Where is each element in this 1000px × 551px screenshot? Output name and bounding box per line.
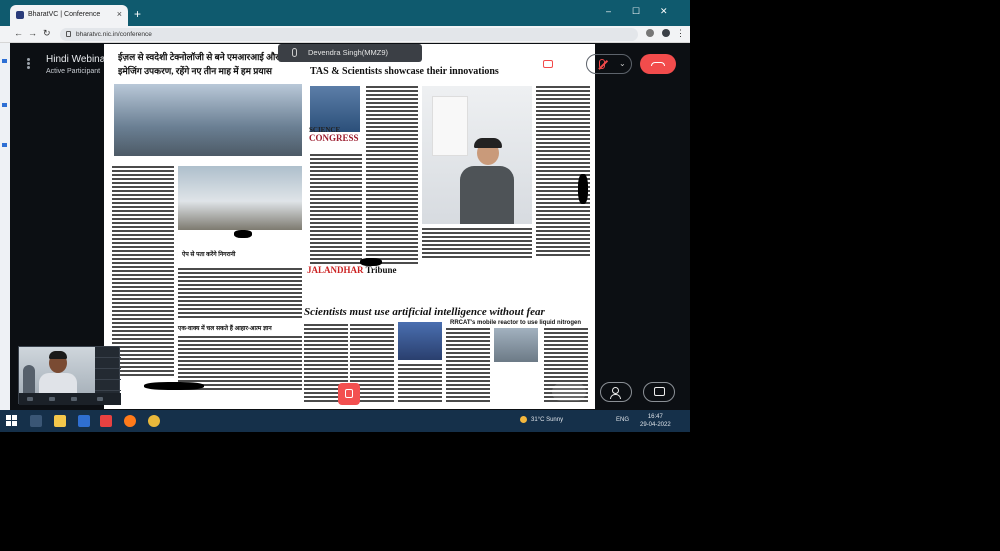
mobile-lab-photo bbox=[178, 166, 302, 230]
chat-button[interactable] bbox=[643, 382, 675, 402]
text-column bbox=[112, 166, 174, 376]
file-explorer-icon[interactable] bbox=[54, 415, 66, 427]
active-speaker-name: Devendra Singh(MMZ9) bbox=[308, 48, 389, 57]
favicon-icon bbox=[16, 11, 24, 19]
hindi-headline-2: इमेजिंग उपकरण, रहेंगे नए तीन माह में हम … bbox=[118, 66, 273, 76]
capture-artifact bbox=[578, 174, 588, 204]
browser-toolbar: ← → ↻ bharatvc.nic.in/conference ⋮ bbox=[0, 26, 690, 43]
weather-icon bbox=[520, 416, 527, 423]
hindi-column-head: एक-वाक्य में चल सकते हैं आहार-आत्म ज्ञान bbox=[178, 326, 272, 332]
clock[interactable]: 16:47 29-04-2022 bbox=[640, 413, 671, 429]
browser-tabstrip: BharatVC | Conference × + – ☐ ✕ bbox=[0, 0, 690, 26]
browser-tab-active[interactable]: BharatVC | Conference × bbox=[10, 5, 128, 26]
url-text: bharatvc.nic.in/conference bbox=[76, 31, 152, 38]
self-tile-menu[interactable] bbox=[95, 347, 121, 393]
maximize-button[interactable]: ☐ bbox=[632, 6, 640, 17]
mic-icon bbox=[292, 48, 297, 57]
profile-avatar-icon[interactable] bbox=[662, 29, 670, 37]
shared-screen: ईज़ल से स्वदेशी टेक्नोलॉजी से बने एमआरआई… bbox=[104, 44, 595, 409]
close-window-button[interactable]: ✕ bbox=[660, 6, 668, 17]
minimize-button[interactable]: – bbox=[606, 6, 611, 16]
active-speaker-tag: Devendra Singh(MMZ9) bbox=[278, 44, 422, 62]
app-icon[interactable] bbox=[100, 415, 112, 427]
text-column bbox=[446, 328, 490, 404]
address-bar[interactable]: bharatvc.nic.in/conference bbox=[60, 28, 638, 41]
control-button-faded[interactable] bbox=[552, 383, 586, 401]
left-window-strip bbox=[0, 43, 10, 410]
strip-mark bbox=[2, 103, 7, 107]
new-tab-button[interactable]: + bbox=[134, 7, 141, 21]
newspaper-masthead: JALANDHAR Tribune bbox=[307, 265, 397, 275]
clock-date: 29-04-2022 bbox=[640, 422, 671, 428]
group-photo bbox=[114, 84, 302, 156]
science-congress-logo: SCIENCE CONGRESS bbox=[309, 126, 359, 143]
back-icon[interactable]: ← bbox=[14, 28, 23, 38]
hindi-headline-1: ईज़ल से स्वदेशी टेक्नोलॉजी से बने एमआरआई… bbox=[118, 52, 279, 62]
mic-toggle-button[interactable]: ⌄ bbox=[586, 54, 632, 74]
event-photo bbox=[398, 322, 442, 360]
forward-icon[interactable]: → bbox=[28, 28, 37, 38]
participants-button[interactable] bbox=[600, 382, 632, 402]
main-headline: Scientists must use artificial intellige… bbox=[304, 306, 545, 318]
chevron-down-icon[interactable]: ⌄ bbox=[619, 59, 626, 68]
tab-title: BharatVC | Conference bbox=[28, 11, 101, 18]
screen-share-icon bbox=[345, 389, 353, 398]
screen-share-button[interactable] bbox=[338, 383, 360, 405]
self-video-tile[interactable] bbox=[18, 346, 121, 405]
firefox-icon[interactable] bbox=[124, 415, 136, 427]
browser-menu-icon[interactable]: ⋮ bbox=[676, 28, 685, 39]
camera-off-icon bbox=[543, 60, 553, 68]
text-column bbox=[366, 86, 418, 264]
chat-icon bbox=[654, 387, 665, 396]
weather-widget[interactable]: 31°C Sunny bbox=[520, 416, 563, 423]
control-button-faded[interactable] bbox=[510, 383, 544, 401]
outlook-icon[interactable] bbox=[78, 415, 90, 427]
text-column bbox=[310, 154, 362, 264]
capture-artifact bbox=[360, 258, 382, 266]
camera-toggle-button[interactable] bbox=[530, 54, 574, 74]
language-indicator[interactable]: ENG bbox=[616, 417, 629, 423]
task-view-icon[interactable] bbox=[30, 415, 42, 427]
self-video bbox=[19, 347, 95, 393]
capture-artifact bbox=[144, 382, 204, 390]
capture-artifact bbox=[234, 230, 252, 238]
text-column bbox=[536, 86, 590, 258]
windows-taskbar: 31°C Sunny ENG 16:47 29-04-2022 bbox=[0, 410, 690, 432]
reload-icon[interactable]: ↻ bbox=[43, 28, 51, 39]
end-call-button[interactable] bbox=[640, 54, 676, 74]
text-column bbox=[398, 364, 442, 404]
menu-icon[interactable] bbox=[27, 58, 30, 70]
lock-icon bbox=[66, 31, 71, 37]
hindi-subhead: ऐप से पता करेंगे निगरानी bbox=[182, 252, 236, 258]
sub-headline: RRCAT's mobile reactor to use liquid nit… bbox=[450, 320, 581, 326]
clock-time: 16:47 bbox=[647, 414, 663, 420]
chrome-icon[interactable] bbox=[148, 415, 160, 427]
end-call-icon bbox=[651, 62, 665, 66]
tab-close-icon[interactable]: × bbox=[117, 9, 122, 19]
scientist-photo bbox=[422, 86, 532, 224]
meeting-title: Hindi Webinar bbox=[46, 54, 109, 65]
text-column bbox=[178, 268, 302, 318]
windows-start-icon[interactable] bbox=[6, 415, 18, 427]
participants-icon bbox=[612, 387, 619, 394]
strip-mark bbox=[2, 59, 7, 63]
extensions-icon[interactable] bbox=[646, 29, 654, 37]
self-tile-toolbar bbox=[19, 393, 121, 405]
desktop-screen: BharatVC | Conference × + – ☐ ✕ ← → ↻ bh… bbox=[0, 0, 690, 432]
text-column bbox=[422, 228, 532, 258]
reactor-photo bbox=[494, 328, 538, 362]
strip-mark bbox=[2, 143, 7, 147]
participant-role: Active Participant bbox=[46, 68, 101, 75]
